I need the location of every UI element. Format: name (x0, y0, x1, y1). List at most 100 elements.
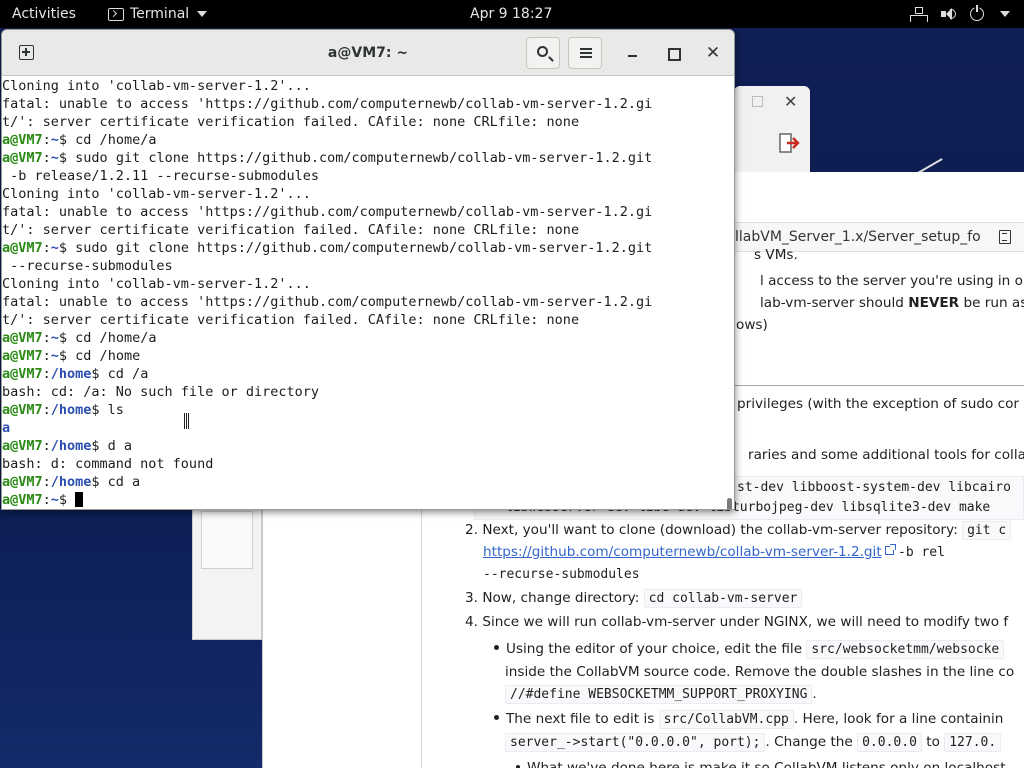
terminal-line: a@VM7:/home$ cd a (2, 473, 724, 491)
terminal-line: fatal: unable to access 'https://github.… (2, 95, 724, 113)
activities-button[interactable]: Activities (12, 0, 76, 28)
app-menu-label: Terminal (130, 6, 190, 22)
system-status-menu[interactable] (910, 0, 1010, 28)
terminal-text: : (42, 330, 51, 346)
terminal-line: a@VM7:/home$ ls (2, 401, 724, 419)
terminal-icon (108, 7, 124, 21)
step-2: 2. Next, you'll want to clone (download)… (465, 521, 1012, 540)
terminal-line: --recurse-submodules (2, 257, 724, 275)
close-icon[interactable]: ✕ (784, 92, 797, 111)
background-window-panel[interactable] (192, 490, 262, 640)
code-line-1: st-dev libboost-system-dev libcairo (737, 480, 1011, 495)
terminal-line: a@VM7:~$ sudo git clone https://github.c… (2, 149, 724, 167)
terminal-text: : (42, 492, 51, 508)
fragment-windows: ows) (736, 317, 768, 333)
chevron-down-icon (197, 11, 208, 17)
restore-icon[interactable] (752, 96, 763, 107)
prompt-user: a@VM7 (2, 240, 43, 256)
terminal-line: t/': server certificate verification fai… (2, 113, 724, 131)
repo-link[interactable]: https://github.com/computernewb/collab-v… (483, 544, 882, 560)
bullet-1-line-2: inside the CollabVM source code. Remove … (505, 664, 1015, 680)
prompt-path: /home (50, 402, 92, 418)
prompt-user: a@VM7 (2, 402, 43, 418)
hamburger-icon (580, 48, 592, 50)
terminal-text: t/': server certificate verification fai… (2, 222, 580, 238)
reader-view-icon[interactable] (999, 230, 1011, 244)
terminal-header-bar[interactable]: a@VM7: ~ ✕ (2, 30, 734, 76)
new-tab-button[interactable] (10, 37, 44, 69)
terminal-line: bash: cd: /a: No such file or directory (2, 383, 724, 401)
terminal-text: : (42, 240, 51, 256)
bullet-dot (494, 715, 499, 720)
terminal-text: Cloning into 'collab-vm-server-1.2'... (2, 78, 311, 94)
terminal-output[interactable]: Cloning into 'collab-vm-server-1.2'... fa… (2, 76, 724, 509)
terminal-cursor (75, 492, 84, 507)
terminal-line: a@VM7:/home$ cd /a (2, 365, 724, 383)
terminal-line: Cloning into 'collab-vm-server-1.2'... (2, 77, 724, 95)
terminal-text: t/': server certificate verification fai… (2, 114, 580, 130)
terminal-line: fatal: unable to access 'https://github.… (2, 203, 724, 221)
prompt-user: a@VM7 (2, 132, 43, 148)
sub-bullet: What we've done here is make it so Colla… (516, 760, 1006, 768)
terminal-text: $ sudo git clone https://github.com/comp… (58, 240, 653, 256)
terminal-line: fatal: unable to access 'https://github.… (2, 293, 724, 311)
terminal-line: Cloning into 'collab-vm-server-1.2'... (2, 185, 724, 203)
prompt-user: a@VM7 (2, 438, 43, 454)
terminal-text: Cloning into 'collab-vm-server-1.2'... (2, 186, 311, 202)
terminal-text: : (42, 474, 51, 490)
close-button[interactable]: ✕ (699, 39, 727, 67)
prompt-path: ~ (50, 150, 59, 166)
bullet-1: Using the editor of your choice, edit th… (494, 640, 1005, 659)
terminal-line: a@VM7:~$ cd /home/a (2, 131, 724, 149)
app-menu-terminal[interactable]: Terminal (108, 0, 208, 28)
new-tab-icon (19, 45, 34, 60)
terminal-text: --recurse-submodules (2, 258, 173, 274)
search-button[interactable] (526, 37, 560, 69)
terminal-text: $ (58, 492, 76, 508)
clock[interactable]: Apr 9 18:27 (470, 0, 552, 28)
maximize-button[interactable] (659, 39, 687, 67)
step-2-line-2: https://github.com/computernewb/collab-v… (483, 544, 945, 560)
content-border (421, 472, 422, 768)
terminal-text: Cloning into 'collab-vm-server-1.2'... (2, 276, 311, 292)
volume-icon (940, 6, 956, 22)
terminal-text: fatal: unable to access 'https://github.… (2, 294, 653, 310)
bullet-2-line-2: server_->start("0.0.0.0", port);. Change… (505, 733, 1002, 752)
prompt-path: ~ (50, 348, 59, 364)
prompt-user: a@VM7 (2, 150, 43, 166)
step-3: 3. Now, change directory: cd collab-vm-s… (465, 589, 803, 608)
terminal-line: a@VM7:~$ cd /home/a (2, 329, 724, 347)
bullet-dot (494, 645, 499, 650)
fragment-never: lab-vm-server should NEVER be run as ro (760, 295, 1024, 311)
fragment-privileges: privileges (with the exception of sudo c… (737, 396, 1019, 412)
terminal-text: $ cd /home (58, 348, 141, 364)
prompt-path: /home (50, 366, 92, 382)
terminal-text: bash: d: command not found (2, 456, 214, 472)
terminal-text: -b release/1.2.11 --recurse-submodules (2, 168, 319, 184)
bullet-1-line-3: //#define WEBSOCKETMM_SUPPORT_PROXYING. (505, 685, 817, 704)
terminal-text: $ cd a (91, 474, 141, 490)
text-cursor-icon (184, 413, 189, 429)
fragment-libraries: raries and some additional tools for col… (748, 447, 1024, 463)
background-dialog[interactable]: ✕ (734, 86, 810, 172)
terminal-text: $ d a (91, 438, 133, 454)
terminal-line: t/': server certificate verification fai… (2, 221, 724, 239)
prompt-path: ~ (50, 132, 59, 148)
bullet-2: The next file to edit is src/CollabVM.cp… (494, 710, 1003, 729)
fragment-vms: s VMs. (754, 247, 798, 263)
minimize-button[interactable] (619, 39, 647, 67)
terminal-text: : (42, 150, 51, 166)
terminal-text: : (42, 348, 51, 364)
menu-button[interactable] (568, 37, 602, 69)
prompt-user: a@VM7 (2, 330, 43, 346)
chevron-down-icon (1000, 11, 1010, 17)
terminal-line: a@VM7:~$ cd /home (2, 347, 724, 365)
terminal-window[interactable]: a@VM7: ~ ✕ Cloning into 'collab-vm-serve… (1, 29, 735, 510)
terminal-line: a@VM7:~$ sudo git clone https://github.c… (2, 239, 724, 257)
prompt-user: a@VM7 (2, 348, 43, 364)
terminal-line: -b release/1.2.11 --recurse-submodules (2, 167, 724, 185)
prompt-path: ~ (50, 492, 59, 508)
prompt-user: a@VM7 (2, 366, 43, 382)
exit-icon[interactable] (778, 132, 800, 154)
terminal-scrollbar[interactable] (727, 498, 732, 509)
